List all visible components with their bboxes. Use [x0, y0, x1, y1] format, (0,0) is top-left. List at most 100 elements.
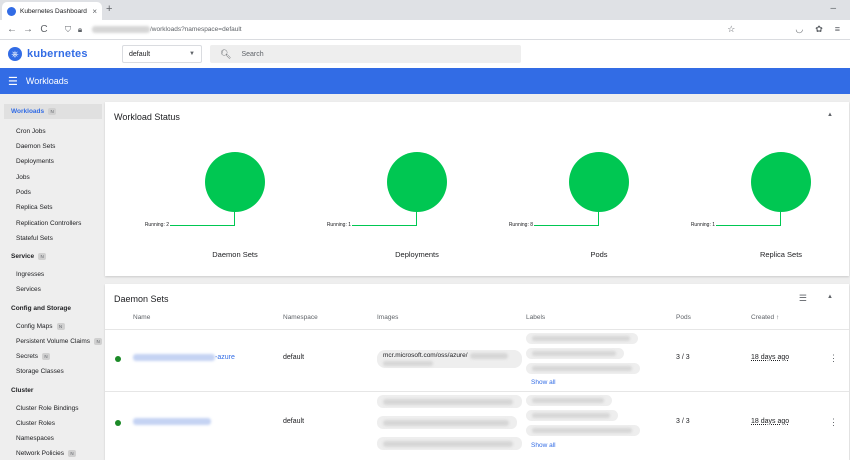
sidebar-item-label: Ingresses: [16, 271, 45, 278]
sidebar-item-label: Jobs: [16, 174, 30, 181]
back-button[interactable]: ←: [4, 24, 20, 35]
daemon-set-name-link[interactable]: -azure: [133, 354, 235, 361]
column-header-pods[interactable]: Pods: [676, 314, 691, 321]
image-cell: [383, 398, 513, 405]
collapse-chevron-icon[interactable]: ▲: [827, 294, 833, 300]
sidebar-item-label: Stateful Sets: [16, 235, 53, 242]
show-all-labels-link[interactable]: Show all: [531, 379, 556, 386]
browser-tab[interactable]: Kubernetes Dashboard ×: [2, 2, 102, 20]
sidebar-item-label: Secrets: [16, 353, 39, 360]
status-daemon-sets: Running: 2 Daemon Sets: [135, 102, 295, 272]
redacted-host: [92, 26, 150, 33]
sidebar-item-ingresses[interactable]: Ingresses: [0, 267, 104, 282]
column-header-labels[interactable]: Labels: [526, 314, 545, 321]
forward-button[interactable]: →: [20, 24, 36, 35]
sidebar-item-label: Cluster: [11, 387, 34, 394]
column-header-images[interactable]: Images: [377, 314, 398, 321]
legend-line: [598, 210, 599, 226]
sidebar-item-service[interactable]: Service N: [0, 249, 104, 264]
sidebar-item-jobs[interactable]: Jobs: [0, 170, 104, 185]
sidebar-item-replica-sets[interactable]: Replica Sets: [0, 200, 104, 215]
namespaced-badge: N: [56, 323, 65, 330]
legend-line: [534, 225, 599, 226]
image-chip: [377, 437, 522, 450]
sidebar-item-label: Service: [11, 253, 35, 260]
legend-label: Running: 1: [690, 222, 715, 228]
sidebar-item-persistent-volume-claims[interactable]: Persistent Volume Claims N: [0, 334, 104, 349]
hamburger-menu-icon[interactable]: ☰: [8, 75, 18, 88]
reload-button[interactable]: C: [36, 24, 52, 35]
sidebar-item-label: Services: [16, 286, 41, 293]
url-field[interactable]: /workloads?namespace=default: [92, 26, 242, 33]
sidebar-item-replication-controllers[interactable]: Replication Controllers: [0, 216, 104, 231]
menu-icon[interactable]: ≡: [835, 24, 840, 35]
page-title: Workloads: [25, 76, 69, 86]
label-chip: [526, 395, 612, 406]
sidebar-item-pods[interactable]: Pods: [0, 185, 104, 200]
filter-icon[interactable]: ☰: [799, 293, 807, 304]
label-chip: [526, 348, 624, 359]
sidebar-item-services[interactable]: Services: [0, 282, 104, 297]
sidebar-item-label: Cluster Role Bindings: [16, 405, 79, 412]
image-chip: mcr.microsoft.com/oss/azure/: [377, 350, 522, 368]
sidebar-item-network-policies[interactable]: Network Policies N: [0, 446, 104, 460]
column-header-created[interactable]: Created ↑: [751, 314, 779, 321]
sidebar-item-secrets[interactable]: Secrets N: [0, 349, 104, 364]
search-input[interactable]: 🔍︎ Search: [210, 45, 521, 63]
sidebar-item-deployments[interactable]: Deployments: [0, 154, 104, 169]
column-header-name[interactable]: Name: [133, 314, 150, 321]
label-chip: [526, 425, 640, 436]
legend-line: [780, 210, 781, 226]
status-label: Deployments: [395, 250, 439, 259]
brand-name[interactable]: kubernetes: [27, 48, 88, 60]
sidebar-nav: Workloads N Cron Jobs Daemon Sets Deploym…: [0, 94, 104, 460]
legend-line: [234, 210, 235, 226]
status-replica-sets: Running: 1 Replica Sets: [681, 102, 841, 272]
sidebar-item-cron-jobs[interactable]: Cron Jobs: [0, 124, 104, 139]
tab-close-icon[interactable]: ×: [92, 7, 97, 16]
sidebar-item-stateful-sets[interactable]: Stateful Sets: [0, 231, 104, 246]
namespace-select[interactable]: default ▼: [122, 45, 202, 63]
url-path: /workloads?namespace=default: [150, 26, 242, 33]
extension-icon[interactable]: ✿: [815, 24, 823, 35]
sidebar-item-config-and-storage[interactable]: Config and Storage: [0, 301, 104, 316]
more-vert-icon[interactable]: ⋮: [829, 353, 838, 364]
sidebar-item-label: Config Maps: [16, 323, 53, 330]
more-vert-icon[interactable]: ⋮: [829, 417, 838, 428]
running-chart-circle[interactable]: [751, 152, 811, 212]
column-header-namespace[interactable]: Namespace: [283, 314, 318, 321]
show-all-labels-link[interactable]: Show all: [531, 442, 556, 449]
shield-icon[interactable]: ⛉: [62, 25, 74, 35]
daemon-set-name-link[interactable]: [133, 418, 211, 425]
label-chip: [526, 410, 618, 421]
sidebar-item-cluster-role-bindings[interactable]: Cluster Role Bindings: [0, 401, 104, 416]
bookmark-star-icon[interactable]: ☆: [727, 24, 735, 35]
new-tab-button[interactable]: +: [106, 3, 112, 15]
redacted-image-tag: [383, 361, 433, 366]
sidebar-item-daemon-sets[interactable]: Daemon Sets: [0, 139, 104, 154]
sidebar-item-label: Daemon Sets: [16, 143, 56, 150]
pocket-icon[interactable]: ◡: [795, 24, 803, 35]
sidebar-item-cluster-roles[interactable]: Cluster Roles: [0, 416, 104, 431]
running-chart-circle[interactable]: [569, 152, 629, 212]
legend-line: [170, 225, 235, 226]
minimize-window-button[interactable]: –: [830, 3, 836, 14]
legend-label: Running: 2: [144, 222, 169, 228]
workload-status-card: Workload Status ▲ Running: 2 Daemon Sets…: [105, 102, 849, 276]
namespace-cell: default: [283, 418, 305, 425]
running-chart-circle[interactable]: [205, 152, 265, 212]
sidebar-item-config-maps[interactable]: Config Maps N: [0, 319, 104, 334]
sidebar-item-namespaces[interactable]: Namespaces: [0, 431, 104, 446]
kubernetes-logo-icon[interactable]: ⎈: [8, 47, 22, 61]
lock-icon[interactable]: 🔒︎: [74, 25, 86, 35]
sidebar-item-storage-classes[interactable]: Storage Classes: [0, 364, 104, 379]
sidebar-item-workloads[interactable]: Workloads N: [4, 104, 102, 119]
namespaced-badge: N: [68, 450, 77, 457]
sort-arrow-icon: ↑: [775, 314, 780, 321]
sidebar-item-cluster[interactable]: Cluster: [0, 383, 104, 398]
running-chart-circle[interactable]: [387, 152, 447, 212]
chevron-down-icon: ▼: [189, 51, 195, 57]
sidebar-item-label: Deployments: [16, 158, 54, 165]
legend-label: Running: 8: [508, 222, 533, 228]
legend-line: [716, 225, 781, 226]
